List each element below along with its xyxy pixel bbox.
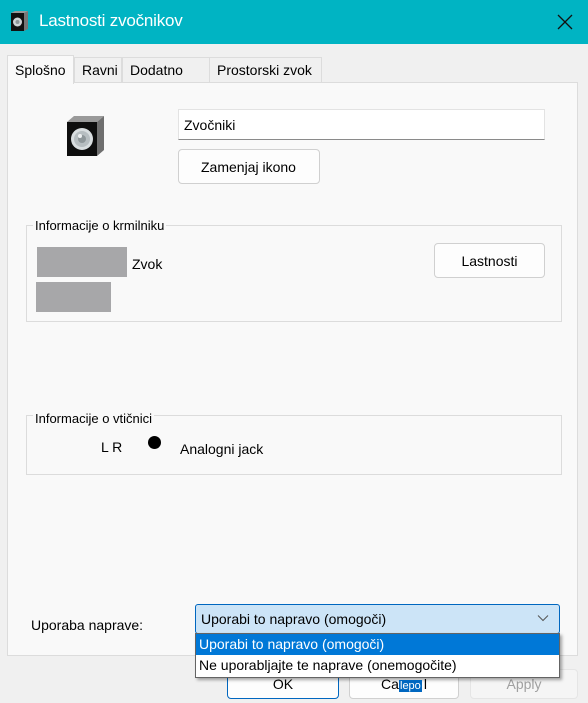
- jack-color-dot: [148, 436, 161, 449]
- chevron-down-icon: [537, 615, 549, 622]
- overlay-text-fragment: lepo: [399, 680, 422, 692]
- speaker-icon: [11, 11, 28, 31]
- tab-levels[interactable]: Ravni: [74, 57, 122, 82]
- window-title: Lastnosti zvočnikov: [39, 11, 183, 30]
- device-usage-selected-value: Uporabi to napravo (omogoči): [201, 611, 387, 627]
- change-icon-button[interactable]: Zamenjaj ikono: [178, 149, 320, 184]
- tab-general[interactable]: Splošno: [7, 55, 74, 84]
- controller-info-label: Informacije o krmilniku: [33, 218, 167, 233]
- title-bar: Lastnosti zvočnikov: [0, 0, 588, 44]
- close-icon: [557, 14, 573, 30]
- jack-info-label: Informacije o vtičnici: [33, 411, 155, 426]
- tab-advanced[interactable]: Dodatno: [122, 57, 217, 82]
- redacted-controller-name: [37, 247, 127, 277]
- device-usage-label: Uporaba naprave:: [31, 617, 144, 633]
- controller-name-suffix: Zvok: [132, 256, 163, 272]
- device-usage-select[interactable]: Uporabi to napravo (omogoči): [195, 604, 560, 634]
- dropdown-option-disable[interactable]: Ne uporabljajte te naprave (onemogočite): [196, 655, 559, 676]
- close-button[interactable]: [542, 0, 588, 44]
- tab-spatial-sound[interactable]: Prostorski zvok: [209, 57, 322, 82]
- jack-type-label: Analogni jack: [180, 441, 264, 457]
- redacted-controller-link[interactable]: [36, 282, 111, 312]
- controller-properties-button[interactable]: Lastnosti: [434, 243, 545, 278]
- jack-channels: L R: [101, 439, 123, 455]
- cancel-label: Ca: [380, 676, 399, 692]
- device-name-input[interactable]: [178, 109, 545, 140]
- speaker-icon: [67, 116, 104, 156]
- dropdown-option-enable[interactable]: Uporabi to napravo (omogoči): [196, 634, 559, 655]
- cancel-label-end: l: [423, 676, 428, 692]
- device-usage-dropdown-list: Uporabi to napravo (omogoči) Ne uporablj…: [195, 633, 560, 678]
